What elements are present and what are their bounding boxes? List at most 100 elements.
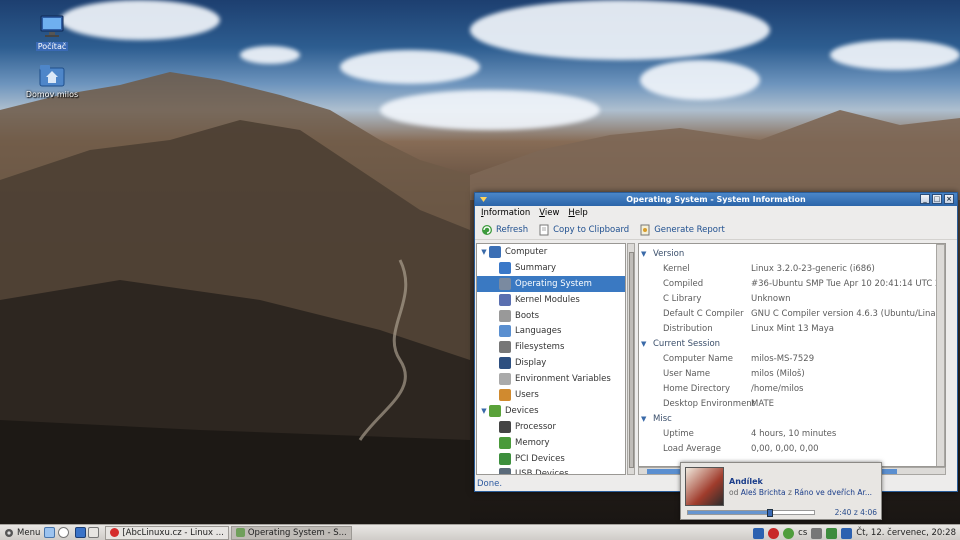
info-value: /home/milos xyxy=(751,383,804,394)
info-value: MATE xyxy=(751,398,775,409)
section-header[interactable]: ▼ Version xyxy=(639,246,945,261)
show-desktop-icon[interactable] xyxy=(44,527,56,538)
desktop-icon-home[interactable]: Domov milos xyxy=(20,62,84,99)
refresh-button[interactable]: Refresh xyxy=(479,224,530,236)
status-bar: Done. xyxy=(477,479,503,489)
bluetooth-icon[interactable] xyxy=(841,527,853,539)
info-row[interactable]: Distribution Linux Mint 13 Maya xyxy=(639,321,945,336)
info-value: milos-MS-7529 xyxy=(751,353,815,364)
tree-item-environment-variables[interactable]: Environment Variables xyxy=(477,371,625,387)
taskbar-item-sysinfo[interactable]: Operating System - S... xyxy=(230,525,352,540)
expander-icon[interactable]: ▼ xyxy=(641,250,653,258)
tree-item-languages[interactable]: Languages xyxy=(477,323,625,339)
info-row[interactable]: Uptime 4 hours, 10 minutes xyxy=(639,426,945,441)
tree-item-kernel-modules[interactable]: Kernel Modules xyxy=(477,292,625,308)
info-row[interactable]: Computer Name milos-MS-7529 xyxy=(639,351,945,366)
info-row[interactable]: Default C Compiler GNU C Compiler version… xyxy=(639,306,945,321)
info-row[interactable]: Desktop Environment MATE xyxy=(639,396,945,411)
volume-icon[interactable] xyxy=(811,527,823,539)
window-menu-icon[interactable] xyxy=(479,195,488,204)
tree-item-filesystems[interactable]: Filesystems xyxy=(477,339,625,355)
close-button[interactable]: × xyxy=(944,194,954,204)
update-icon[interactable] xyxy=(783,527,795,539)
details-pane: ▼ Version Kernel Linux 3.2.0-23-generic (i6… xyxy=(638,243,946,467)
menu-information[interactable]: Information xyxy=(481,206,530,220)
taskbar-item-browser[interactable]: [AbcLinuxu.cz - Linux ... xyxy=(105,525,229,540)
tree-item-label: Computer xyxy=(505,246,548,257)
music-notification[interactable]: Andílek od Aleš Brichta z Ráno ve dveříc… xyxy=(680,462,882,520)
tree-item-display[interactable]: Display xyxy=(477,355,625,371)
devices-icon xyxy=(489,404,501,417)
tree-item-summary[interactable]: Summary xyxy=(477,260,625,276)
menubar: Information View Help xyxy=(475,206,957,220)
info-value: Linux Mint 13 Maya xyxy=(751,323,835,334)
tree-item-label: Environment Variables xyxy=(515,374,611,385)
workspace-1-icon[interactable] xyxy=(75,527,87,538)
tree-item-label: Memory xyxy=(515,437,550,448)
expander-icon[interactable]: ▼ xyxy=(479,407,489,415)
album-cover xyxy=(685,467,724,506)
report-label: Generate Report xyxy=(654,224,725,235)
opera-icon xyxy=(110,528,120,537)
info-row[interactable]: Kernel Linux 3.2.0-23-generic (i686) xyxy=(639,261,945,276)
browser-launcher-icon[interactable] xyxy=(58,527,70,538)
desktop-icon-label: Domov milos xyxy=(25,90,79,99)
expander-icon[interactable]: ▼ xyxy=(641,340,653,348)
info-value: 0,00, 0,00, 0,00 xyxy=(751,443,819,454)
track-progress-bar[interactable] xyxy=(687,509,815,517)
section-title: Misc xyxy=(653,413,672,424)
info-key: Desktop Environment xyxy=(663,398,756,409)
maximize-button[interactable]: □ xyxy=(932,194,942,204)
tree-item-usb-devices[interactable]: USB Devices xyxy=(477,466,625,475)
tree-item-memory[interactable]: Memory xyxy=(477,435,625,451)
network-icon[interactable] xyxy=(753,527,765,539)
expander-icon[interactable]: ▼ xyxy=(479,248,489,256)
seek-handle[interactable] xyxy=(766,509,773,517)
tree-item-pci-devices[interactable]: PCI Devices xyxy=(477,451,625,467)
opera-tray-icon[interactable] xyxy=(768,527,780,539)
copy-clipboard-button[interactable]: Copy to Clipboard xyxy=(536,224,631,236)
generate-report-button[interactable]: Generate Report xyxy=(637,224,727,236)
window-titlebar[interactable]: Operating System - System Information _ … xyxy=(475,193,957,206)
scroll-thumb[interactable] xyxy=(629,252,634,468)
clock[interactable]: Čt, 12. červenec, 20:28 xyxy=(856,528,956,538)
tree-item-computer[interactable]: ▼ Computer xyxy=(477,244,625,260)
info-value: #36-Ubuntu SMP Tue Apr 10 20:41:14 UTC 2… xyxy=(751,278,946,289)
menu-button[interactable]: Menu xyxy=(0,526,44,540)
home-folder-icon xyxy=(37,62,67,88)
info-icon xyxy=(499,261,511,274)
processor-icon xyxy=(499,420,511,433)
tree-scrollbar[interactable] xyxy=(627,243,635,475)
keyboard-layout[interactable]: cs xyxy=(798,528,807,538)
battery-icon[interactable] xyxy=(826,527,838,539)
category-tree: ▼ Computer Summary Operating System Kernel M… xyxy=(476,243,626,475)
track-info: od Aleš Brichta z Ráno ve dveřích Ar... xyxy=(729,488,872,497)
info-row[interactable]: Load Average 0,00, 0,00, 0,00 xyxy=(639,441,945,456)
menu-view[interactable]: View xyxy=(539,206,559,220)
info-row[interactable]: Compiled #36-Ubuntu SMP Tue Apr 10 20:41:… xyxy=(639,276,945,291)
sysinfo-icon xyxy=(235,528,245,537)
expander-icon[interactable]: ▼ xyxy=(641,415,653,423)
info-value: Linux 3.2.0-23-generic (i686) xyxy=(751,263,875,274)
section-header[interactable]: ▼ Misc xyxy=(639,411,945,426)
details-vertical-scrollbar[interactable] xyxy=(936,244,945,466)
menu-help[interactable]: Help xyxy=(568,206,587,220)
tree-item-boots[interactable]: Boots xyxy=(477,308,625,324)
tree-item-users[interactable]: Users xyxy=(477,387,625,403)
tree-item-devices[interactable]: ▼ Devices xyxy=(477,403,625,419)
sysinfo-window: Operating System - System Information _ … xyxy=(474,192,958,492)
tree-item-operating-system[interactable]: Operating System xyxy=(477,275,625,292)
language-icon xyxy=(499,325,511,338)
tree-item-processor[interactable]: Processor xyxy=(477,419,625,435)
users-icon xyxy=(499,388,511,401)
info-row[interactable]: Home Directory/home/milos xyxy=(639,381,945,396)
minimize-button[interactable]: _ xyxy=(920,194,930,204)
workspace-2-icon[interactable] xyxy=(88,527,100,538)
info-key: Computer Name xyxy=(663,353,734,364)
desktop-icon-computer[interactable]: Počítač xyxy=(20,14,84,51)
info-row[interactable]: C Library Unknown xyxy=(639,291,945,306)
info-value: 4 hours, 10 minutes xyxy=(751,428,837,439)
tree-item-label: USB Devices xyxy=(515,469,569,475)
section-header[interactable]: ▼ Current Session xyxy=(639,336,945,351)
info-row[interactable]: User Name milos (Miloš) xyxy=(639,366,945,381)
